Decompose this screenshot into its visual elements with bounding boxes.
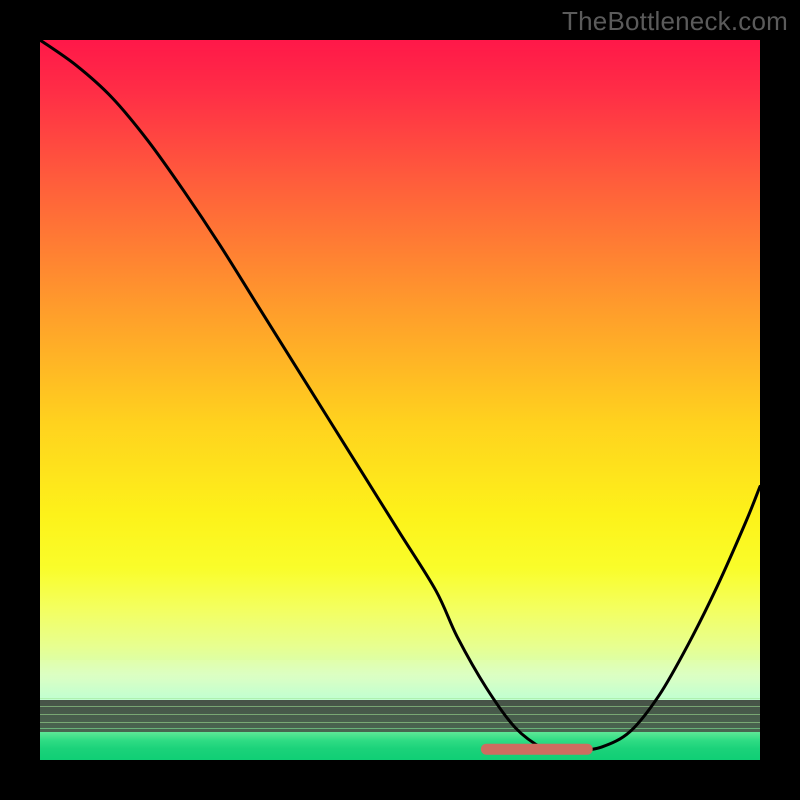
chart-frame: TheBottleneck.com [0,0,800,800]
chart-lines-svg [40,40,760,760]
plot-area [40,40,760,760]
watermark-text: TheBottleneck.com [562,6,788,37]
bottleneck-curve [40,40,760,752]
